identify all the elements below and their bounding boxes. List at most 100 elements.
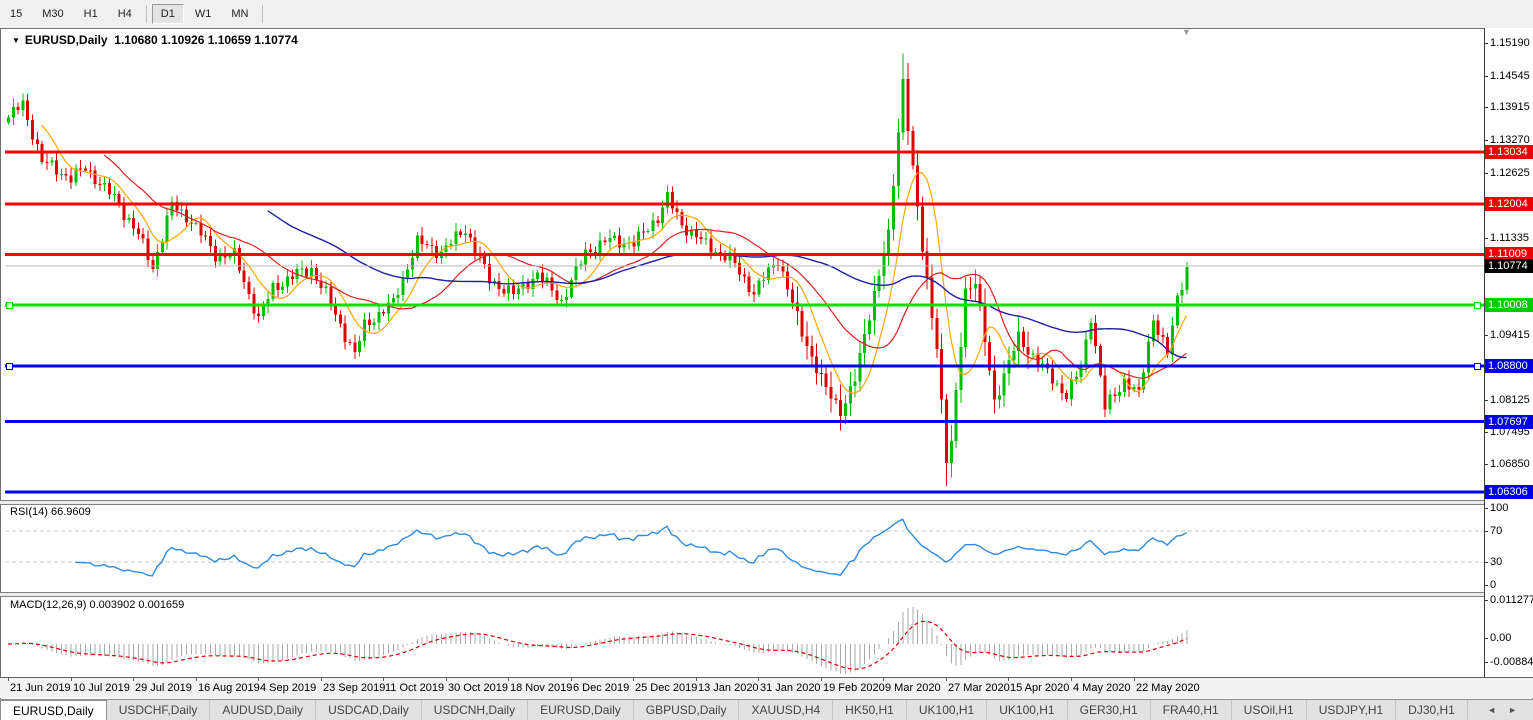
price-axis-tickmark (1484, 43, 1488, 44)
symbol-tab-xauusd-h4[interactable]: XAUUSD,H4 (739, 700, 833, 720)
symbol-tab-usdjpy-h1[interactable]: USDJPY,H1 (1307, 700, 1396, 720)
date-axis-tickmark (8, 678, 9, 681)
chart-title: ▼ EURUSD,Daily 1.10680 1.10926 1.10659 1.… (12, 33, 298, 47)
price-axis-tickmark (1484, 335, 1488, 336)
date-axis-label: 29 Jul 2019 (135, 682, 192, 694)
date-axis-label: 16 Aug 2019 (198, 682, 260, 694)
toolbar-separator (262, 5, 263, 23)
level-line-handle-left[interactable] (6, 302, 13, 309)
symbol-tab-dj30-h1[interactable]: DJ30,H1 (1396, 700, 1468, 720)
date-axis-tickmark (133, 678, 134, 681)
date-axis-tickmark (1008, 678, 1009, 681)
symbol-dropdown-icon[interactable]: ▼ (12, 36, 20, 45)
rsi-axis-tickmark (1484, 585, 1488, 586)
price-axis-tick-label: 1.12625 (1490, 167, 1530, 179)
symbol-tab-eurusd-daily[interactable]: EURUSD,Daily (0, 700, 107, 720)
symbol-tab-eurusd-daily[interactable]: EURUSD,Daily (528, 700, 634, 720)
symbol-tab-audusd-daily[interactable]: AUDUSD,Daily (210, 700, 316, 720)
timeframe-toolbar: 15M30H1H4 D1W1MN (0, 0, 1533, 27)
date-axis-label: 6 Dec 2019 (573, 682, 629, 694)
date-axis-label: 22 May 2020 (1136, 682, 1200, 694)
tab-scroll-left-icon[interactable]: ◄ (1487, 705, 1496, 715)
price-axis-tickmark (1484, 140, 1488, 141)
date-axis-label: 13 Jan 2020 (698, 682, 759, 694)
price-badge-support-level: 1.10008 (1485, 298, 1533, 312)
symbol-tab-fra40-h1[interactable]: FRA40,H1 (1151, 700, 1232, 720)
rsi-axis-tick-label: 30 (1490, 556, 1502, 568)
timeframe-button-w1[interactable]: W1 (186, 4, 221, 24)
tab-scroll-buttons: ◄► (1471, 700, 1533, 720)
symbol-tab-gbpusd-daily[interactable]: GBPUSD,Daily (634, 700, 740, 720)
date-axis-label: 18 Nov 2019 (510, 682, 572, 694)
macd-axis-tickmark (1484, 662, 1488, 663)
level-line-handle-right[interactable] (1474, 363, 1481, 370)
chart-title-symbol: EURUSD,Daily (25, 33, 108, 47)
panel-splitter[interactable] (0, 592, 1533, 597)
macd-axis-tickmark (1484, 638, 1488, 639)
timeframe-button-mn[interactable]: MN (222, 4, 257, 24)
timeframe-button-m30[interactable]: M30 (33, 4, 72, 24)
macd-axis-tick-label: -0.008845 (1490, 656, 1533, 668)
symbol-tab-hk50-h1[interactable]: HK50,H1 (833, 700, 907, 720)
price-axis-tick-label: 1.11335 (1490, 232, 1529, 244)
timeframe-button-d1[interactable]: D1 (152, 4, 184, 24)
price-badge-support-level: 1.06306 (1485, 485, 1533, 499)
symbol-tab-usdcnh-daily[interactable]: USDCNH,Daily (422, 700, 528, 720)
date-axis-tickmark (196, 678, 197, 681)
timeframe-button-15[interactable]: 15 (1, 4, 31, 24)
date-axis-label: 4 Sep 2019 (260, 682, 316, 694)
price-badge-resistance-level: 1.13034 (1485, 145, 1533, 159)
date-axis-label: 19 Feb 2020 (823, 682, 885, 694)
macd-axis-tick-label: 0.011277 (1490, 594, 1533, 606)
price-axis-tickmark (1484, 76, 1488, 77)
symbol-tab-ger30-h1[interactable]: GER30,H1 (1068, 700, 1151, 720)
date-axis-tickmark (571, 678, 572, 681)
chart-window[interactable] (0, 28, 1533, 700)
price-axis-tickmark (1484, 400, 1488, 401)
date-axis-label: 21 Jun 2019 (10, 682, 71, 694)
date-axis-label: 25 Dec 2019 (635, 682, 697, 694)
price-badge-support-level: 1.08800 (1485, 359, 1533, 373)
date-axis-tickmark (258, 678, 259, 681)
rsi-axis-tick-label: 70 (1490, 525, 1502, 537)
price-axis-tick-label: 1.06850 (1490, 458, 1530, 470)
symbol-tab-uk100-h1[interactable]: UK100,H1 (907, 700, 987, 720)
date-axis-label: 31 Jan 2020 (760, 682, 821, 694)
panel-splitter[interactable] (0, 500, 1533, 505)
rsi-axis-tickmark (1484, 531, 1488, 532)
price-axis-tickmark (1484, 464, 1488, 465)
date-axis-label: 9 Mar 2020 (885, 682, 941, 694)
symbol-tab-usoil-h1[interactable]: USOil,H1 (1232, 700, 1307, 720)
symbol-tab-usdcad-daily[interactable]: USDCAD,Daily (316, 700, 422, 720)
date-axis-label: 10 Jul 2019 (73, 682, 130, 694)
level-line-handle-left[interactable] (6, 363, 13, 370)
date-axis-tickmark (383, 678, 384, 681)
chart-tab-bar: EURUSD,DailyUSDCHF,DailyAUDUSD,DailyUSDC… (0, 699, 1533, 720)
symbol-tab-uk100-h1[interactable]: UK100,H1 (987, 700, 1067, 720)
toolbar-separator (146, 5, 147, 23)
mt4-application: 15M30H1H4 D1W1MN ▼ EURUSD,Daily 1.10680 1.… (0, 0, 1533, 720)
date-axis-tickmark (321, 678, 322, 681)
macd-indicator-label: MACD(12,26,9) 0.003902 0.001659 (10, 599, 184, 611)
date-axis-label: 30 Oct 2019 (448, 682, 508, 694)
price-badge-current-price: 1.10774 (1485, 259, 1533, 273)
date-axis-label: 11 Oct 2019 (385, 682, 444, 694)
chart-title-ohlc: 1.10680 1.10926 1.10659 1.10774 (114, 33, 298, 47)
rsi-axis-tickmark (1484, 508, 1488, 509)
date-axis-tickmark (71, 678, 72, 681)
tab-scroll-right-icon[interactable]: ► (1508, 705, 1517, 715)
date-axis-tickmark (1071, 678, 1072, 681)
price-axis-tick-label: 1.08125 (1490, 394, 1530, 406)
date-axis-tickmark (821, 678, 822, 681)
symbol-tab-usdchf-daily[interactable]: USDCHF,Daily (107, 700, 211, 720)
date-axis-tickmark (508, 678, 509, 681)
date-axis-tickmark (446, 678, 447, 681)
date-axis-tickmark (696, 678, 697, 681)
timeframe-button-h1[interactable]: H1 (75, 4, 107, 24)
level-line-handle-right[interactable] (1474, 302, 1481, 309)
rsi-indicator-label: RSI(14) 66.9609 (10, 506, 91, 518)
price-axis-tick-label: 1.14545 (1490, 70, 1530, 82)
price-badge-support-level: 1.07697 (1485, 415, 1533, 429)
price-axis-tickmark (1484, 107, 1488, 108)
timeframe-button-h4[interactable]: H4 (109, 4, 141, 24)
